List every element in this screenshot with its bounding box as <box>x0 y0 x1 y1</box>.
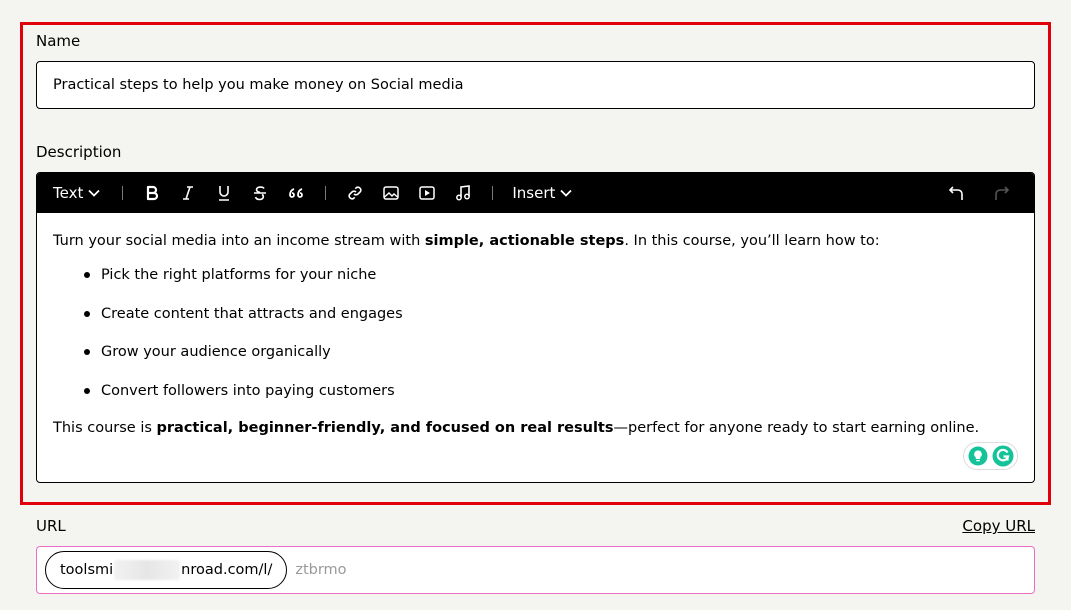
text-style-label: Text <box>53 184 84 202</box>
intro-text-end: . In this course, you’ll learn how to: <box>624 233 880 249</box>
quote-button[interactable] <box>284 181 308 205</box>
grammarly-g-icon <box>992 445 1013 467</box>
chevron-down-icon <box>560 189 573 197</box>
bullet-list: Pick the right platforms for your niche … <box>83 265 1018 401</box>
undo-icon <box>948 186 963 200</box>
music-button[interactable] <box>451 181 475 205</box>
url-prefix-start: toolsmi <box>60 562 114 578</box>
intro-bold-text: simple, actionable steps <box>424 233 625 249</box>
list-item: Convert followers into paying customers <box>83 381 1018 401</box>
outro-bold-text: practical, beginner-friendly, and focuse… <box>156 419 614 436</box>
video-icon <box>419 186 436 200</box>
underline-button[interactable] <box>212 181 236 205</box>
music-icon <box>456 185 471 201</box>
list-item: Create content that attracts and engages <box>83 304 1018 324</box>
list-item: Pick the right platforms for your niche <box>83 265 1018 285</box>
text-style-dropdown[interactable]: Text <box>53 184 100 202</box>
toolbar-separator <box>122 186 124 200</box>
image-button[interactable] <box>379 181 403 205</box>
chevron-down-icon <box>88 189 100 197</box>
undo-button[interactable] <box>944 181 968 205</box>
name-label: Name <box>36 32 81 50</box>
link-button[interactable] <box>343 181 367 205</box>
underline-icon <box>219 186 230 201</box>
outro-paragraph: This course is practical, beginner-frien… <box>53 418 1018 438</box>
outro-text: This course is <box>53 419 157 436</box>
url-field: toolsmi nroad.com/l/ <box>36 546 1035 594</box>
video-button[interactable] <box>415 181 439 205</box>
bold-icon <box>147 185 159 201</box>
strikethrough-icon <box>254 186 267 201</box>
italic-icon <box>183 186 194 200</box>
history-controls <box>938 173 1020 213</box>
redo-icon <box>995 186 1010 200</box>
insert-dropdown[interactable]: Insert <box>512 184 573 202</box>
description-label: Description <box>36 143 122 161</box>
quote-icon <box>289 188 304 198</box>
redo-button[interactable] <box>990 181 1014 205</box>
toolbar-separator <box>325 186 327 200</box>
lightbulb-icon <box>968 446 987 466</box>
image-icon <box>383 186 400 200</box>
intro-paragraph: Turn your social media into an income st… <box>53 231 1018 251</box>
url-label: URL <box>36 517 66 535</box>
editor-toolbar: Text Insert <box>37 173 1034 213</box>
link-icon <box>348 186 362 200</box>
url-prefix-end: nroad.com/l/ <box>181 562 273 578</box>
list-item: Grow your audience organically <box>83 342 1018 362</box>
copy-url-link[interactable]: Copy URL <box>962 517 1035 535</box>
name-input[interactable] <box>36 61 1035 109</box>
redacted-blur <box>114 560 181 580</box>
grammarly-widget[interactable] <box>963 442 1018 470</box>
toolbar-separator <box>492 186 494 200</box>
insert-label: Insert <box>512 184 556 202</box>
intro-text: Turn your social media into an income st… <box>53 233 425 249</box>
editor-content[interactable]: Turn your social media into an income st… <box>37 213 1034 438</box>
url-slug-input[interactable] <box>295 555 896 585</box>
italic-button[interactable] <box>176 181 200 205</box>
url-prefix-pill: toolsmi nroad.com/l/ <box>45 551 288 589</box>
outro-text-end: —perfect for anyone ready to start earni… <box>613 419 980 436</box>
bold-button[interactable] <box>140 181 164 205</box>
strikethrough-button[interactable] <box>248 181 272 205</box>
description-editor: Text Insert Turn your social media into … <box>36 172 1035 483</box>
